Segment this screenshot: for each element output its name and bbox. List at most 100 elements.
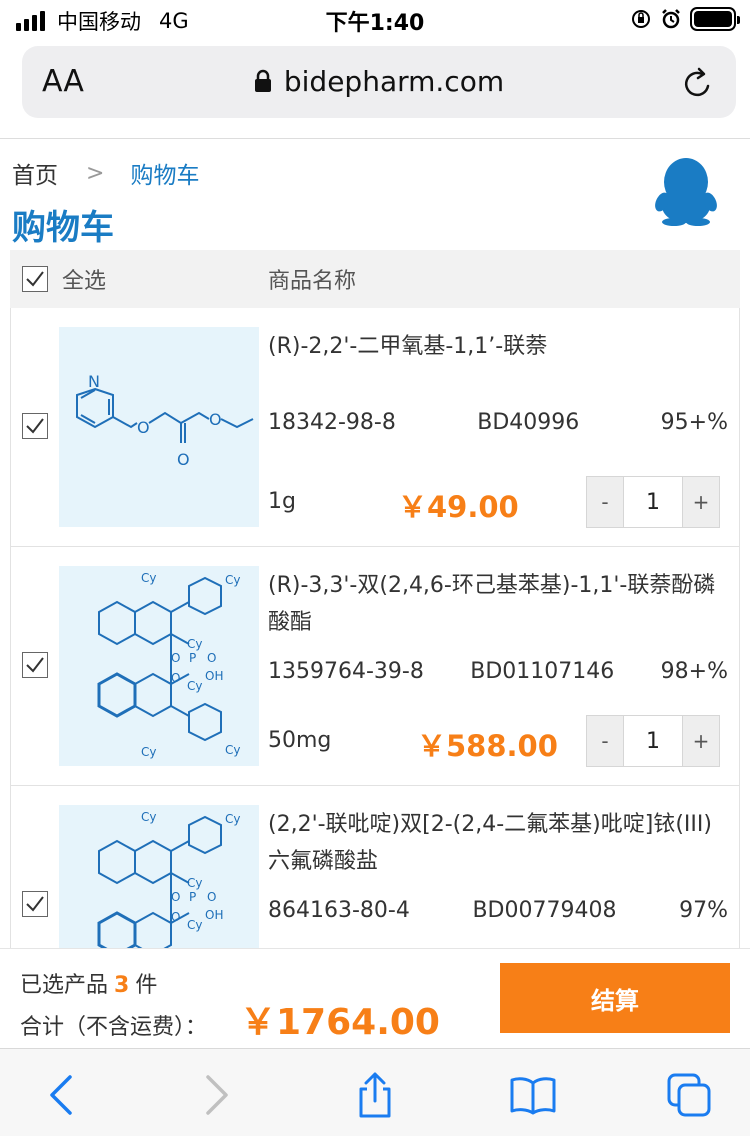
product-name[interactable]: (2,2'-联吡啶)双[2-(2,4-二氟苯基)吡啶]铱(III) 六氟磷酸盐 xyxy=(268,806,728,880)
bookmarks-icon xyxy=(510,1077,556,1115)
atom-label: Cy xyxy=(141,571,156,585)
decrease-button[interactable]: - xyxy=(587,477,623,527)
item-checkbox[interactable] xyxy=(22,652,48,678)
chemical-structure-icon: N O O O xyxy=(76,372,254,469)
address-bar[interactable]: AA bidepharm.com xyxy=(22,46,736,118)
product-meta: 1359764-39-8 BD01107146 98+% xyxy=(268,659,728,684)
share-icon xyxy=(359,1072,391,1118)
forward-button[interactable] xyxy=(192,1071,242,1119)
tabs-icon xyxy=(667,1073,711,1117)
chemical-structure-icon: Cy Cy Cy Cy O O P O OH xyxy=(97,810,240,948)
tabs-button[interactable] xyxy=(664,1071,714,1119)
product-cas: 1359764-39-8 xyxy=(268,659,424,684)
selected-count-text: 已选产品 3 件 xyxy=(20,967,157,999)
divider xyxy=(0,138,750,139)
cart-item: Cy Cy Cy Cy Cy Cy O O P O OH (R)-3,3'-双(… xyxy=(11,547,739,786)
product-meta: 864163-80-4 BD00779408 97% xyxy=(268,898,728,923)
atom-label: Cy xyxy=(225,812,240,826)
quantity-stepper: - 1 + xyxy=(586,715,720,767)
share-button[interactable] xyxy=(350,1071,400,1119)
chemical-structure-icon: Cy Cy Cy Cy Cy Cy O O P O OH xyxy=(97,571,240,759)
reload-icon[interactable] xyxy=(682,66,714,100)
atom-label: OH xyxy=(205,908,223,922)
battery-icon xyxy=(690,7,740,31)
product-code: BD00779408 xyxy=(472,898,617,923)
breadcrumb-separator: > xyxy=(86,160,105,186)
bookmarks-button[interactable] xyxy=(508,1071,558,1119)
product-code: BD01107146 xyxy=(470,659,615,684)
product-name-header: 商品名称 xyxy=(268,269,357,294)
lock-icon xyxy=(254,69,271,92)
item-checkbox[interactable] xyxy=(22,891,48,917)
status-bar: 中国移动 4G 下午1:40 xyxy=(0,0,750,38)
product-purity: 97% xyxy=(679,898,728,923)
forward-icon xyxy=(206,1075,228,1115)
total-label: 合计（不含运费）： xyxy=(20,1015,208,1040)
product-purity: 95+% xyxy=(660,410,728,435)
back-button[interactable] xyxy=(36,1071,86,1119)
quantity-stepper: - 1 + xyxy=(586,476,720,528)
status-right xyxy=(630,7,740,31)
atom-label: Cy xyxy=(141,745,156,759)
increase-button[interactable]: + xyxy=(683,477,719,527)
url-text: bidepharm.com xyxy=(283,65,505,98)
quantity-input[interactable]: 1 xyxy=(623,477,683,527)
product-cas: 18342-98-8 xyxy=(268,410,396,435)
atom-label: O xyxy=(207,651,216,665)
product-structure-image[interactable]: N O O O xyxy=(59,327,259,527)
qq-chat-icon[interactable] xyxy=(654,156,718,226)
checkmark-icon xyxy=(26,657,44,673)
url-display[interactable]: bidepharm.com xyxy=(22,65,736,98)
atom-label: O xyxy=(171,910,180,924)
back-icon xyxy=(50,1075,72,1115)
atom-label: Cy xyxy=(187,637,202,651)
product-structure-image[interactable]: Cy Cy Cy Cy O O P O OH xyxy=(59,805,259,948)
cart-summary: 已选产品 3 件 合计（不含运费）： ￥1764.00 结算 xyxy=(0,948,750,1048)
atom-label: OH xyxy=(205,669,223,683)
atom-label: N xyxy=(88,372,100,391)
checkmark-icon xyxy=(26,418,44,434)
checkout-button[interactable]: 结算 xyxy=(500,963,730,1033)
browser-toolbar xyxy=(0,1048,750,1136)
product-spec: 1g xyxy=(268,489,296,514)
selected-suffix: 件 xyxy=(135,973,158,998)
atom-label: O xyxy=(207,890,216,904)
item-checkbox[interactable] xyxy=(22,413,48,439)
atom-label: P xyxy=(189,890,196,904)
alarm-icon xyxy=(662,9,680,29)
decrease-button[interactable]: - xyxy=(587,716,623,766)
cart-item: N O O O (R)-2,2'-二甲氧基-1,1’-联萘 18342-98-8… xyxy=(11,308,739,547)
product-structure-image[interactable]: Cy Cy Cy Cy Cy Cy O O P O OH xyxy=(59,566,259,766)
product-name[interactable]: (R)-2,2'-二甲氧基-1,1’-联萘 xyxy=(268,328,728,365)
product-spec: 50mg xyxy=(268,728,332,753)
atom-label: Cy xyxy=(225,573,240,587)
selected-count: 3 xyxy=(114,973,130,998)
cart-item-list: N O O O (R)-2,2'-二甲氧基-1,1’-联萘 18342-98-8… xyxy=(10,308,740,948)
atom-label: P xyxy=(189,651,196,665)
selected-prefix: 已选产品 xyxy=(20,973,109,998)
product-cas: 864163-80-4 xyxy=(268,898,410,923)
atom-label: Cy xyxy=(187,918,202,932)
breadcrumb-current[interactable]: 购物车 xyxy=(130,156,199,190)
cart-item: Cy Cy Cy Cy O O P O OH (2,2'-联吡啶)双[2-(2,… xyxy=(11,786,739,948)
select-all-checkbox[interactable] xyxy=(22,266,48,292)
atom-label: O xyxy=(171,651,180,665)
atom-label: Cy xyxy=(187,679,202,693)
checkmark-icon xyxy=(26,896,44,912)
product-name[interactable]: (R)-3,3'-双(2,4,6-环己基苯基)-1,1'-联萘酚磷酸酯 xyxy=(268,567,728,641)
cart-table-header: 全选 商品名称 xyxy=(10,250,740,308)
atom-label: Cy xyxy=(187,876,202,890)
select-all-label[interactable]: 全选 xyxy=(62,263,106,295)
quantity-input[interactable]: 1 xyxy=(623,716,683,766)
breadcrumb-home[interactable]: 首页 xyxy=(12,156,58,190)
product-price: ￥588.00 xyxy=(417,729,558,763)
page-title: 购物车 xyxy=(12,208,114,248)
increase-button[interactable]: + xyxy=(683,716,719,766)
atom-label: O xyxy=(171,890,180,904)
checkmark-icon xyxy=(26,271,44,287)
atom-label: O xyxy=(171,671,180,685)
product-purity: 98+% xyxy=(660,659,728,684)
product-price: ￥49.00 xyxy=(398,490,519,524)
atom-label: O xyxy=(137,418,150,437)
atom-label: O xyxy=(177,450,190,469)
